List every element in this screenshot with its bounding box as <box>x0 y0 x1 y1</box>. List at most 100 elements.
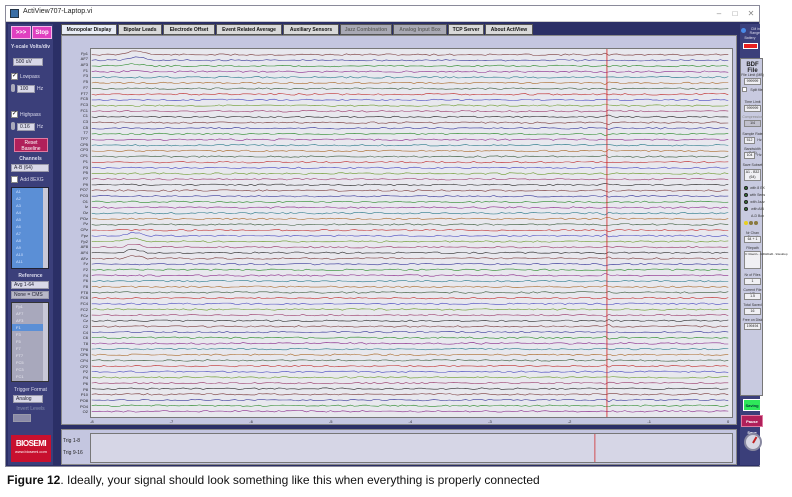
channel-label: PO4 <box>79 403 88 409</box>
channel-label: C5 <box>82 124 88 130</box>
channel-list-scrollbar[interactable] <box>43 188 48 268</box>
title-bar: ActiView707-Laptop.vi – □ ✕ <box>6 6 759 22</box>
filepath-field[interactable]: C:\Users\...\ADHDaD...\Desktop <box>744 251 788 269</box>
channel-label: FCz <box>80 312 88 318</box>
compression-field[interactable]: 1/4 <box>744 120 761 127</box>
eeg-trace <box>91 330 729 334</box>
saving-button[interactable]: Saving <box>743 399 761 411</box>
channel-list[interactable]: A1 A2 A3 A4 A5 A6 A7 A8 A9 A10 A11 <box>11 187 49 269</box>
trig1-label: Trig 1-8 <box>63 438 81 444</box>
aux-led-row <box>744 221 762 226</box>
channel-label: TP8 <box>80 346 88 352</box>
eeg-trace <box>91 280 729 283</box>
eeg-trace <box>91 56 729 62</box>
tab-about-actiview[interactable]: About ActiView <box>485 24 533 35</box>
add-exg-label: Add 8EXG <box>20 177 44 183</box>
time-limit-field[interactable]: 999999 <box>744 105 761 112</box>
channel-label: AFz <box>80 255 88 261</box>
eeg-trace <box>91 223 729 226</box>
channel-label: C4 <box>82 329 88 335</box>
reset-baseline-button[interactable]: Reset Baseline <box>14 138 48 152</box>
lowpass-knob-icon[interactable] <box>11 84 15 92</box>
trigger-format-select[interactable]: Analog <box>13 395 43 403</box>
channel-label: AF4 <box>80 249 88 255</box>
time-tick: -8 <box>90 419 94 424</box>
channel-label: CP1 <box>80 153 88 159</box>
split-file-label: Split file <box>750 88 763 92</box>
pause-save-button[interactable]: Pause Save <box>741 415 763 435</box>
tab-jazz-combination[interactable]: Jazz Combination <box>340 24 392 35</box>
eeg-trace <box>91 335 729 340</box>
time-tick: -1 <box>647 419 651 424</box>
compression-label: Compression <box>742 115 763 119</box>
eeg-trace <box>91 284 729 288</box>
channel-label: FC6 <box>80 295 88 301</box>
tab-auxiliary-sensors[interactable]: Auxiliary Sensors <box>283 24 339 35</box>
channel-label: AF8 <box>80 244 88 250</box>
channel-label: P7 <box>83 175 88 181</box>
channel-label: Pz <box>83 221 88 227</box>
aux-led-2-icon <box>749 221 753 225</box>
tab-tcp-server[interactable]: TCP Server <box>448 24 484 35</box>
save-subset-field[interactable]: A1 - B32 (64) <box>744 169 761 181</box>
trigger-plot[interactable] <box>90 433 733 463</box>
file-limit-field[interactable]: 999999 <box>744 78 761 85</box>
minimize-button[interactable]: – <box>712 7 726 20</box>
highpass-field[interactable]: 0.16 <box>17 123 35 131</box>
none-cms-field[interactable]: None = CMS <box>11 291 49 299</box>
tab-monopolar-display[interactable]: Monopolar Display <box>61 24 117 35</box>
eeg-trace <box>91 410 729 413</box>
stop-button[interactable]: Stop <box>32 26 52 39</box>
eeg-trace <box>91 302 729 306</box>
current-file-field: 1.5 <box>744 293 761 300</box>
eeg-trace <box>91 248 729 255</box>
channel-label: AF3 <box>80 62 88 68</box>
tab-event-related-average[interactable]: Event Related Average <box>216 24 282 35</box>
maximize-button[interactable]: □ <box>728 7 742 20</box>
channel-label: CPz <box>80 227 88 233</box>
eeg-trace <box>91 272 729 277</box>
channel-label: CP6 <box>80 352 88 358</box>
expand-button[interactable]: >>> <box>11 26 31 39</box>
invert-levels-toggle[interactable] <box>13 414 31 422</box>
channel-label: P4 <box>83 375 88 381</box>
eeg-trace <box>91 381 729 385</box>
channel-label: AF7 <box>80 56 88 62</box>
eeg-trace <box>91 178 729 181</box>
tab-analog-input-box[interactable]: Analog Input Box <box>393 24 447 35</box>
eeg-trace <box>91 404 729 408</box>
eeg-trace <box>91 353 729 357</box>
sample-rate-unit: Hz <box>757 138 762 142</box>
channel-label: F6 <box>83 278 88 284</box>
reference-list-scrollbar[interactable] <box>43 303 48 381</box>
channel-label: CP2 <box>80 363 88 369</box>
channel-label: F8 <box>83 284 88 290</box>
eeg-trace <box>91 324 729 328</box>
trigger-frame: Trig 1-8 Trig 9-16 <box>61 429 737 465</box>
yscale-select[interactable]: 500 uV <box>13 58 43 66</box>
lowpass-field[interactable]: 100 <box>17 85 35 93</box>
eeg-trace <box>91 229 729 233</box>
tab-bipolar-leads[interactable]: Bipolar Leads <box>118 24 162 35</box>
channels-select[interactable]: A-B (64) <box>11 164 49 172</box>
highpass-checkbox[interactable]: ✓ <box>11 111 18 118</box>
eeg-trace <box>91 313 729 318</box>
eeg-trace <box>91 103 729 107</box>
tab-electrode-offset[interactable]: Electrode Offset <box>163 24 215 35</box>
channels-label: Channels <box>19 156 42 162</box>
caption-text: . Ideally, your signal should look somet… <box>60 473 540 487</box>
eeg-plot[interactable] <box>90 48 733 418</box>
lowpass-checkbox[interactable]: ✓ <box>11 73 18 80</box>
channel-label: FT7 <box>80 90 88 96</box>
eeg-trace <box>91 211 729 216</box>
add-exg-checkbox[interactable] <box>11 176 18 183</box>
close-button[interactable]: ✕ <box>744 7 758 20</box>
highpass-knob-icon[interactable] <box>11 122 15 130</box>
gauge-dial-icon <box>744 433 762 451</box>
reference-list[interactable]: Fp1 AF7 AF3 F1 F3 F5 F7 FT7 FC5 FC3 FC1 <box>11 302 49 382</box>
eeg-trace <box>91 149 729 153</box>
reference-select[interactable]: Avg 1-64 <box>11 281 49 289</box>
channel-label: F7 <box>83 84 88 90</box>
channel-label: P8 <box>83 386 88 392</box>
channel-label: TP7 <box>80 136 88 142</box>
